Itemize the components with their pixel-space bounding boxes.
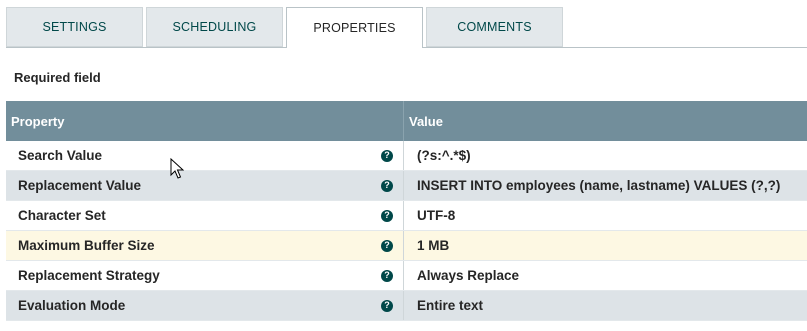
help-icon[interactable]: ?	[381, 209, 393, 222]
table-header: Property Value	[6, 101, 807, 141]
table-row[interactable]: Search Value ? (?s:^.*$)	[6, 141, 807, 171]
table-row[interactable]: Evaluation Mode ? Entire text	[6, 291, 807, 321]
help-icon[interactable]: ?	[381, 149, 393, 162]
property-name: Replacement Strategy	[18, 268, 160, 283]
tab-settings[interactable]: SETTINGS	[6, 7, 143, 47]
help-icon[interactable]: ?	[381, 269, 393, 282]
required-field-label: Required field	[14, 70, 101, 85]
property-value[interactable]: 1 MB	[404, 231, 807, 260]
table-row[interactable]: Replacement Value ? INSERT INTO employee…	[6, 171, 807, 201]
property-name-cell: Maximum Buffer Size ?	[6, 231, 404, 260]
mouse-pointer-icon	[170, 158, 184, 179]
table-row[interactable]: Character Set ? UTF-8	[6, 201, 807, 231]
tab-bar: SETTINGS SCHEDULING PROPERTIES COMMENTS	[6, 7, 807, 48]
properties-table: Property Value Search Value ? (?s:^.*$) …	[6, 101, 807, 321]
property-name: Maximum Buffer Size	[18, 238, 155, 253]
property-name-cell: Search Value ?	[6, 141, 404, 170]
help-icon[interactable]: ?	[381, 179, 393, 192]
help-icon[interactable]: ?	[381, 239, 393, 252]
column-header-value: Value	[409, 113, 443, 129]
table-row[interactable]: Replacement Strategy ? Always Replace	[6, 261, 807, 291]
property-name: Search Value	[18, 148, 103, 163]
property-name: Evaluation Mode	[18, 298, 126, 313]
column-header-property: Property	[6, 101, 404, 141]
tab-comments[interactable]: COMMENTS	[426, 7, 563, 47]
property-name: Character Set	[18, 208, 106, 223]
property-value[interactable]: Always Replace	[404, 261, 807, 290]
property-value[interactable]: (?s:^.*$)	[404, 141, 807, 170]
property-value[interactable]: UTF-8	[404, 201, 807, 230]
help-icon[interactable]: ?	[381, 299, 393, 312]
table-row[interactable]: Maximum Buffer Size ? 1 MB	[6, 231, 807, 261]
property-name-cell: Replacement Strategy ?	[6, 261, 404, 290]
property-value[interactable]: INSERT INTO employees (name, lastname) V…	[404, 171, 807, 200]
tab-scheduling[interactable]: SCHEDULING	[146, 7, 283, 47]
property-name-cell: Evaluation Mode ?	[6, 291, 404, 320]
tab-properties[interactable]: PROPERTIES	[286, 7, 423, 48]
property-name: Replacement Value	[18, 178, 142, 193]
property-name-cell: Character Set ?	[6, 201, 404, 230]
property-value[interactable]: Entire text	[404, 291, 807, 320]
property-name-cell: Replacement Value ?	[6, 171, 404, 200]
